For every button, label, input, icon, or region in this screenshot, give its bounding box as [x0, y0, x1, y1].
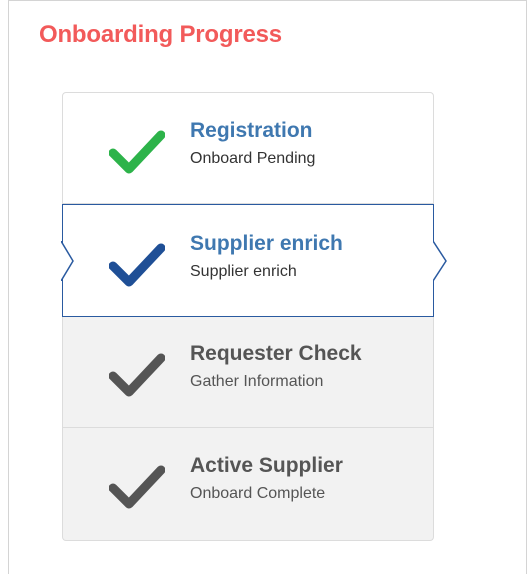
- step-subtitle: Onboard Pending: [190, 150, 316, 167]
- check-icon: [109, 465, 165, 509]
- step-supplier-enrich[interactable]: Supplier enrich Supplier enrich: [61, 204, 447, 317]
- step-registration[interactable]: Registration Onboard Pending: [62, 92, 434, 204]
- step-requester-check[interactable]: Requester Check Gather Information: [62, 317, 434, 428]
- check-icon: [109, 353, 165, 397]
- step-subtitle: Gather Information: [190, 373, 324, 390]
- check-icon: [109, 243, 165, 287]
- active-step-left-notch: [61, 241, 74, 281]
- step-active-supplier[interactable]: Active Supplier Onboard Complete: [62, 428, 434, 541]
- progress-steps: Registration Onboard Pending Supplier en…: [61, 92, 447, 541]
- check-icon: [109, 130, 165, 174]
- onboarding-progress-panel: Onboarding Progress Registration Onboard…: [8, 0, 527, 574]
- active-step-right-arrow: [433, 241, 447, 281]
- step-subtitle: Onboard Complete: [190, 485, 326, 502]
- step-subtitle: Supplier enrich: [190, 263, 297, 280]
- step-title: Registration: [190, 119, 313, 142]
- step-title: Requester Check: [190, 342, 362, 365]
- step-title: Supplier enrich: [190, 232, 343, 255]
- panel-title: Onboarding Progress: [39, 21, 282, 48]
- step-title: Active Supplier: [190, 454, 343, 477]
